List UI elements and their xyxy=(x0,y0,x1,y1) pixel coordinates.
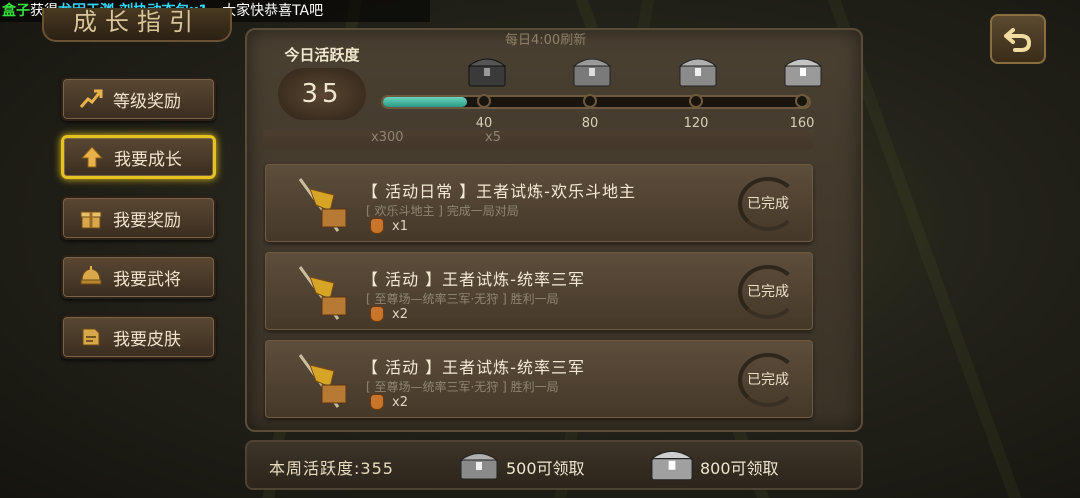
reward-count: x2 xyxy=(392,306,408,322)
war-banner-icon xyxy=(298,178,347,232)
milestone-label: 160 xyxy=(789,116,815,131)
daily-activity-value: 35 xyxy=(278,68,366,120)
status-badge: 已完成 xyxy=(738,353,798,407)
milestone-dot xyxy=(795,94,809,108)
arrow-trend-icon xyxy=(79,87,103,111)
task-row-partial xyxy=(263,130,813,150)
marquee-user: 盒子 xyxy=(2,3,30,19)
weekly-activity-label: 本周活跃度:355 xyxy=(269,459,394,478)
reward-count: x300 xyxy=(371,130,404,145)
sidebar-item-label: 我要皮肤 xyxy=(113,329,181,350)
gift-icon xyxy=(79,206,103,230)
task-title: 【 活动日常 】王者试炼-欢乐斗地主 xyxy=(362,182,636,201)
treasure-chest-icon[interactable] xyxy=(570,52,614,88)
sidebar-item-generals[interactable]: 我要武将 xyxy=(61,255,216,299)
milestone-label: 40 xyxy=(475,116,493,131)
helmet-icon xyxy=(79,265,103,289)
skin-icon xyxy=(79,325,103,349)
task-title: 【 活动 】王者试炼-统率三军 xyxy=(362,358,585,377)
sidebar-item-label: 我要成长 xyxy=(114,149,182,170)
page-title: 成长指引 xyxy=(42,8,232,42)
task-row[interactable]: 【 活动 】王者试炼-统率三军 [ 至尊场—统率三军·无狩 ] 胜利一局 x2 … xyxy=(265,252,813,330)
milestone-dot xyxy=(689,94,703,108)
reward-count: x1 xyxy=(392,218,408,234)
sidebar-item-grow[interactable]: 我要成长 xyxy=(61,135,216,179)
sidebar-item-skins[interactable]: 我要皮肤 xyxy=(61,315,216,359)
status-badge: 已完成 xyxy=(738,265,798,319)
treasure-chest-icon[interactable] xyxy=(648,444,696,482)
daily-activity-label: 今日活跃度 xyxy=(284,46,360,64)
weekly-reward-500: 500可领取 xyxy=(506,459,585,478)
weekly-reward-800: 800可领取 xyxy=(700,459,779,478)
pouch-icon xyxy=(370,218,384,234)
sidebar-item-label: 我要奖励 xyxy=(113,210,181,231)
status-badge: 已完成 xyxy=(738,177,798,231)
war-banner-icon xyxy=(298,354,347,408)
milestone-dot xyxy=(477,94,491,108)
task-reward: x2 xyxy=(370,306,408,322)
task-reward: x2 xyxy=(370,394,408,410)
pouch-icon xyxy=(370,306,384,322)
task-row[interactable]: 【 活动日常 】王者试炼-欢乐斗地主 [ 欢乐斗地主 ] 完成一局对局 x1 已… xyxy=(265,164,813,242)
milestone-label: 120 xyxy=(683,116,709,131)
return-arrow-icon xyxy=(1004,28,1031,52)
pouch-icon xyxy=(370,394,384,410)
sidebar-item-level-rewards[interactable]: 等级奖励 xyxy=(61,77,216,121)
task-list[interactable]: x300 x5 【 活动日常 】王者试炼-欢乐斗地主 [ 欢乐斗地主 ] 完成一… xyxy=(263,130,845,430)
refresh-note: 每日4:00刷新 xyxy=(505,33,587,48)
task-description: [ 至尊场—统率三军·无狩 ] 胜利一局 xyxy=(366,292,559,306)
task-description: [ 欢乐斗地主 ] 完成一局对局 xyxy=(366,204,519,218)
activity-progress-fill xyxy=(383,97,467,107)
reward-count: x2 xyxy=(392,394,408,410)
sidebar-item-label: 我要武将 xyxy=(113,269,181,290)
sidebar-item-label: 等级奖励 xyxy=(113,91,181,112)
treasure-chest-icon[interactable] xyxy=(458,447,500,481)
task-row[interactable]: 【 活动 】王者试炼-统率三军 [ 至尊场—统率三军·无狩 ] 胜利一局 x2 … xyxy=(265,340,813,418)
treasure-chest-icon[interactable] xyxy=(465,52,509,88)
daily-activity: 今日活跃度 35 xyxy=(270,44,374,126)
war-banner-icon xyxy=(298,266,347,320)
task-reward: x1 xyxy=(370,218,408,234)
sidebar-item-rewards[interactable]: 我要奖励 xyxy=(61,196,216,240)
reward-count: x5 xyxy=(485,130,501,145)
milestone-label: 80 xyxy=(581,116,599,131)
back-button[interactable] xyxy=(990,14,1046,64)
treasure-chest-icon[interactable] xyxy=(781,52,825,88)
treasure-chest-icon[interactable] xyxy=(676,52,720,88)
milestone-dot xyxy=(583,94,597,108)
arrow-up-icon xyxy=(80,145,104,169)
task-title: 【 活动 】王者试炼-统率三军 xyxy=(362,270,585,289)
task-description: [ 至尊场—统率三军·无狩 ] 胜利一局 xyxy=(366,380,559,394)
